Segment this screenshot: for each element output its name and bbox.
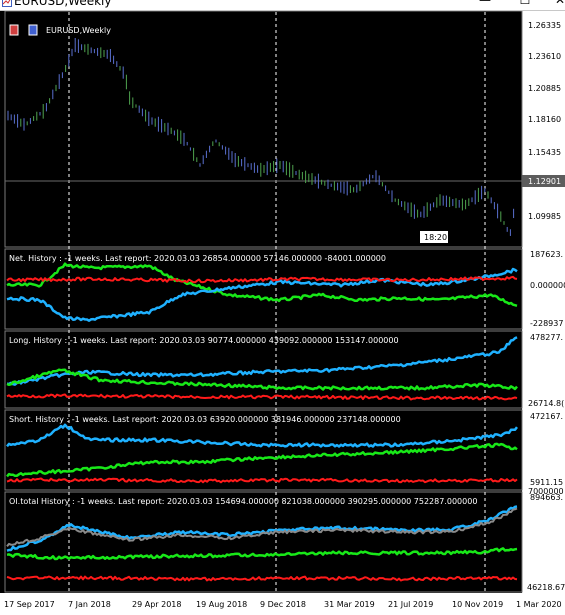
time-tick: 10 Nov 2019 xyxy=(452,600,503,609)
price-tick: 1.26335 xyxy=(528,21,561,30)
net-axis-top: 187623. xyxy=(530,250,563,259)
chart-canvas[interactable]: EURUSD,Weekly 18:20 1.26335 1.23610 1.20… xyxy=(0,11,565,615)
price-tick: 1.23610 xyxy=(528,52,561,61)
net-axis-mid: 0.000000 xyxy=(530,281,565,290)
current-price-label: 1.12901 xyxy=(528,177,561,186)
oi-axis-bottom: 46218.67 xyxy=(527,583,565,592)
close-button[interactable]: ✕ xyxy=(545,0,565,9)
oi-axis-top: 894663. xyxy=(530,493,563,502)
long-panel-label: Long. History : -1 weeks. Last report: 2… xyxy=(9,336,399,345)
time-tick: 21 Jul 2019 xyxy=(388,600,433,609)
time-tick: 19 Aug 2018 xyxy=(196,600,247,609)
oi-panel[interactable] xyxy=(4,491,523,593)
minimize-button[interactable]: — xyxy=(470,0,500,9)
short-panel-label: Short. History : -1 weeks. Last report: … xyxy=(9,415,401,424)
price-tick: 1.15435 xyxy=(528,148,561,157)
symbol-label: EURUSD,Weekly xyxy=(46,26,111,35)
window-title: EURUSD,Weekly xyxy=(14,0,112,8)
chart-app-icon xyxy=(2,0,12,7)
time-label: 18:20 xyxy=(424,233,447,242)
time-tick: 9 Dec 2018 xyxy=(260,600,306,609)
time-tick: 1 Mar 2020 xyxy=(516,600,562,609)
short-axis-bottom: 5911.15 xyxy=(530,478,563,487)
chart-area[interactable]: EURUSD,Weekly 18:20 1.26335 1.23610 1.20… xyxy=(0,11,565,615)
symbol-flag-icon[interactable] xyxy=(9,24,19,36)
window-titlebar: EURUSD,Weekly — ☐ ✕ xyxy=(0,0,565,11)
price-tick: 1.20885 xyxy=(528,84,561,93)
short-axis-top: 472167. xyxy=(530,412,563,421)
period-flag-icon[interactable] xyxy=(28,24,38,36)
time-tick: 7 Jan 2018 xyxy=(68,600,111,609)
net-panel-label: Net. History : -1 weeks. Last report: 20… xyxy=(9,254,386,263)
time-tick: 31 Mar 2019 xyxy=(324,600,375,609)
net-axis-bottom: -228937 xyxy=(530,319,563,328)
oi-panel-label: OI.total History : -1 weeks. Last report… xyxy=(9,497,477,506)
price-tick: 1.18160 xyxy=(528,115,561,124)
time-axis: 17 Sep 2017 7 Jan 2018 29 Apr 2018 19 Au… xyxy=(4,600,562,609)
price-tick: 1.09985 xyxy=(528,212,561,221)
long-axis-bottom: 26714.8( xyxy=(528,399,564,408)
long-axis-top: 478277. xyxy=(530,333,563,342)
main-chart-panel[interactable] xyxy=(4,11,523,248)
price-axis-background xyxy=(522,11,565,615)
maximize-button[interactable]: ☐ xyxy=(510,0,540,9)
time-tick: 17 Sep 2017 xyxy=(4,600,55,609)
time-tick: 29 Apr 2018 xyxy=(132,600,181,609)
